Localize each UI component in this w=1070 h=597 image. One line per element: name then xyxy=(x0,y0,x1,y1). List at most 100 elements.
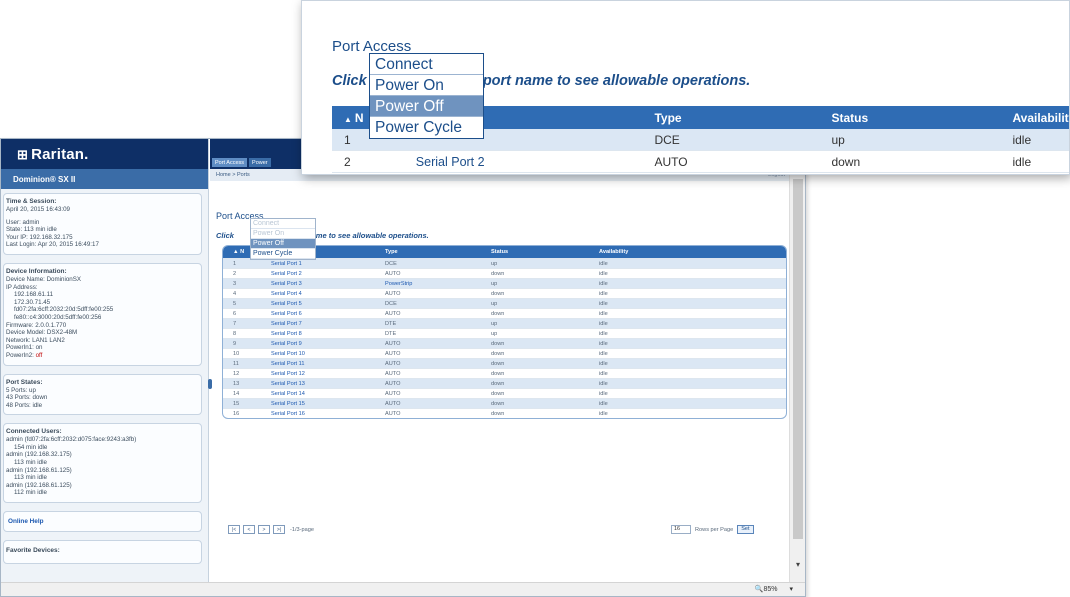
cell-status: down xyxy=(491,360,505,367)
cell-port-name[interactable]: Serial Port 1 xyxy=(257,261,379,267)
callout-menu-power-off[interactable]: Power Off xyxy=(370,96,483,117)
callout-menu-power-cycle[interactable]: Power Cycle xyxy=(370,117,483,138)
table-row[interactable]: 4 Serial Port 4 AUTO down idle xyxy=(223,288,786,298)
prev-page-button[interactable]: < xyxy=(243,525,255,534)
cell-port-name[interactable]: Serial Port 11 xyxy=(257,361,379,367)
cell-no: 15 xyxy=(233,400,240,407)
col-availability-header[interactable]: Availability xyxy=(593,249,703,255)
cell-port-name[interactable]: Serial Port 7 xyxy=(257,321,379,327)
powerin2-label: PowerIn2: xyxy=(6,351,36,359)
cell-port-name[interactable]: Serial Port 6 xyxy=(257,311,379,317)
device-info-panel: Device Information: Device Name: Dominio… xyxy=(3,262,202,366)
session-date: April 20, 2015 16:43:09 xyxy=(6,206,70,213)
col-status-header[interactable]: Status xyxy=(485,249,593,255)
table-row[interactable]: 8 Serial Port 8 DTE up idle xyxy=(223,328,786,338)
cell-no: 8 xyxy=(233,330,237,337)
favorite-devices-title: Favorite Devices: xyxy=(6,547,60,555)
ip-address-2: 172.30.71.45 xyxy=(14,298,51,306)
cell-type: DTE xyxy=(385,320,397,327)
table-row[interactable]: 6 Serial Port 6 AUTO down idle xyxy=(223,308,786,318)
first-page-button[interactable]: |< xyxy=(228,525,240,534)
cell-availability: idle xyxy=(599,290,608,297)
scrollbar-thumb[interactable] xyxy=(793,179,803,539)
callout-row-name[interactable]: Serial Port 2 xyxy=(380,155,655,169)
cell-type: AUTO xyxy=(385,380,401,387)
table-row[interactable]: 11 Serial Port 11 AUTO down idle xyxy=(223,358,786,368)
cell-no: 9 xyxy=(233,340,237,347)
table-row[interactable]: 5 Serial Port 5 DCE up idle xyxy=(223,298,786,308)
cell-type: AUTO xyxy=(385,350,401,357)
table-row[interactable]: 12 Serial Port 12 AUTO down idle xyxy=(223,368,786,378)
zoom-dropdown-icon[interactable]: ▾ xyxy=(789,586,793,593)
vertical-scrollbar[interactable]: ▾ xyxy=(789,169,805,584)
table-row[interactable]: 2 Serial Port 2 AUTO down idle xyxy=(223,268,786,278)
table-row[interactable]: 9 Serial Port 9 AUTO down idle xyxy=(223,338,786,348)
table-row[interactable]: 10 Serial Port 10 AUTO down idle xyxy=(223,348,786,358)
table-row[interactable]: 7 Serial Port 7 DTE up idle xyxy=(223,318,786,328)
cell-status: down xyxy=(491,310,505,317)
cell-availability: idle xyxy=(599,260,608,267)
callout-menu-connect[interactable]: Connect xyxy=(370,54,483,75)
menu-power-off[interactable]: Power Off xyxy=(251,239,315,249)
cell-port-name[interactable]: Serial Port 5 xyxy=(257,301,379,307)
callout-menu-power-on[interactable]: Power On xyxy=(370,75,483,96)
online-help-link[interactable]: Online Help xyxy=(8,518,197,525)
online-help-panel: Online Help xyxy=(3,511,202,533)
callout-col-no-label: N xyxy=(354,110,364,125)
tab-port-access[interactable]: Port Access xyxy=(212,158,248,167)
cell-port-name[interactable]: Serial Port 8 xyxy=(257,331,379,337)
cell-type: AUTO xyxy=(385,290,401,297)
table-row[interactable]: 3 Serial Port 3 PowerStrip up idle xyxy=(223,278,786,288)
cell-port-name[interactable]: Serial Port 13 xyxy=(257,381,379,387)
cell-availability: idle xyxy=(599,330,608,337)
cell-port-name[interactable]: Serial Port 2 xyxy=(257,271,379,277)
cell-port-name[interactable]: Serial Port 9 xyxy=(257,341,379,347)
cell-status: down xyxy=(491,390,505,397)
cell-port-name[interactable]: Serial Port 12 xyxy=(257,371,379,377)
rows-per-page-label: Rows per Page xyxy=(695,526,734,533)
callout-col-type-header[interactable]: Type xyxy=(654,111,831,125)
table-row[interactable]: 13 Serial Port 13 AUTO down idle xyxy=(223,378,786,388)
cell-port-name[interactable]: Serial Port 14 xyxy=(257,391,379,397)
instruction-text: Click al port name to see allowable oper… xyxy=(216,231,429,240)
table-row[interactable]: 15 Serial Port 15 AUTO down idle xyxy=(223,398,786,408)
cell-availability: idle xyxy=(599,360,608,367)
cell-port-name[interactable]: Serial Port 4 xyxy=(257,291,379,297)
cell-no: 12 xyxy=(233,370,240,377)
cell-availability: idle xyxy=(599,370,608,377)
connected-user-3: admin (192.168.61.125) xyxy=(6,466,72,474)
col-type-header[interactable]: Type xyxy=(379,249,485,255)
zoom-level[interactable]: 🔍85% ▾ xyxy=(755,585,793,593)
tab-power[interactable]: Power xyxy=(249,158,271,167)
callout-col-status-header[interactable]: Status xyxy=(831,111,1012,125)
callout-row-availability: idle xyxy=(1012,154,1032,169)
last-page-button[interactable]: >| xyxy=(273,525,285,534)
next-page-button[interactable]: > xyxy=(258,525,270,534)
favorites-panel: Favorite Devices: xyxy=(3,540,202,565)
menu-power-cycle[interactable]: Power Cycle xyxy=(251,249,315,259)
connected-user-2: admin (192.168.32.175) xyxy=(6,451,72,459)
cell-port-name[interactable]: Serial Port 16 xyxy=(257,411,379,417)
cell-type: AUTO xyxy=(385,360,401,367)
instruction-pre: Click xyxy=(216,231,234,240)
connected-user-1-idle: 154 min idle xyxy=(14,443,48,451)
scroll-down-icon[interactable]: ▾ xyxy=(793,560,803,570)
cell-port-name[interactable]: Serial Port 10 xyxy=(257,351,379,357)
network: Network: LAN1 LAN2 xyxy=(6,336,65,344)
set-button[interactable]: Set xyxy=(737,525,754,534)
cell-type: DTE xyxy=(385,330,397,337)
menu-power-on[interactable]: Power On xyxy=(251,229,315,239)
cell-type: DCE xyxy=(385,260,397,267)
cell-port-name[interactable]: Serial Port 3 xyxy=(257,281,379,287)
table-row[interactable]: 14 Serial Port 14 AUTO down idle xyxy=(223,388,786,398)
rows-per-page-input[interactable]: 16 xyxy=(671,525,691,534)
cell-port-name[interactable]: Serial Port 15 xyxy=(257,401,379,407)
menu-connect[interactable]: Connect xyxy=(251,219,315,229)
cell-availability: idle xyxy=(599,320,608,327)
cell-availability: idle xyxy=(599,400,608,407)
callout-table-row[interactable]: 2 Serial Port 2 AUTO down idle xyxy=(332,151,1069,173)
table-row[interactable]: 16 Serial Port 16 AUTO down idle xyxy=(223,408,786,418)
callout-col-availability-header[interactable]: Availability xyxy=(1012,111,1069,125)
cell-status: up xyxy=(491,320,498,327)
cell-availability: idle xyxy=(599,300,608,307)
